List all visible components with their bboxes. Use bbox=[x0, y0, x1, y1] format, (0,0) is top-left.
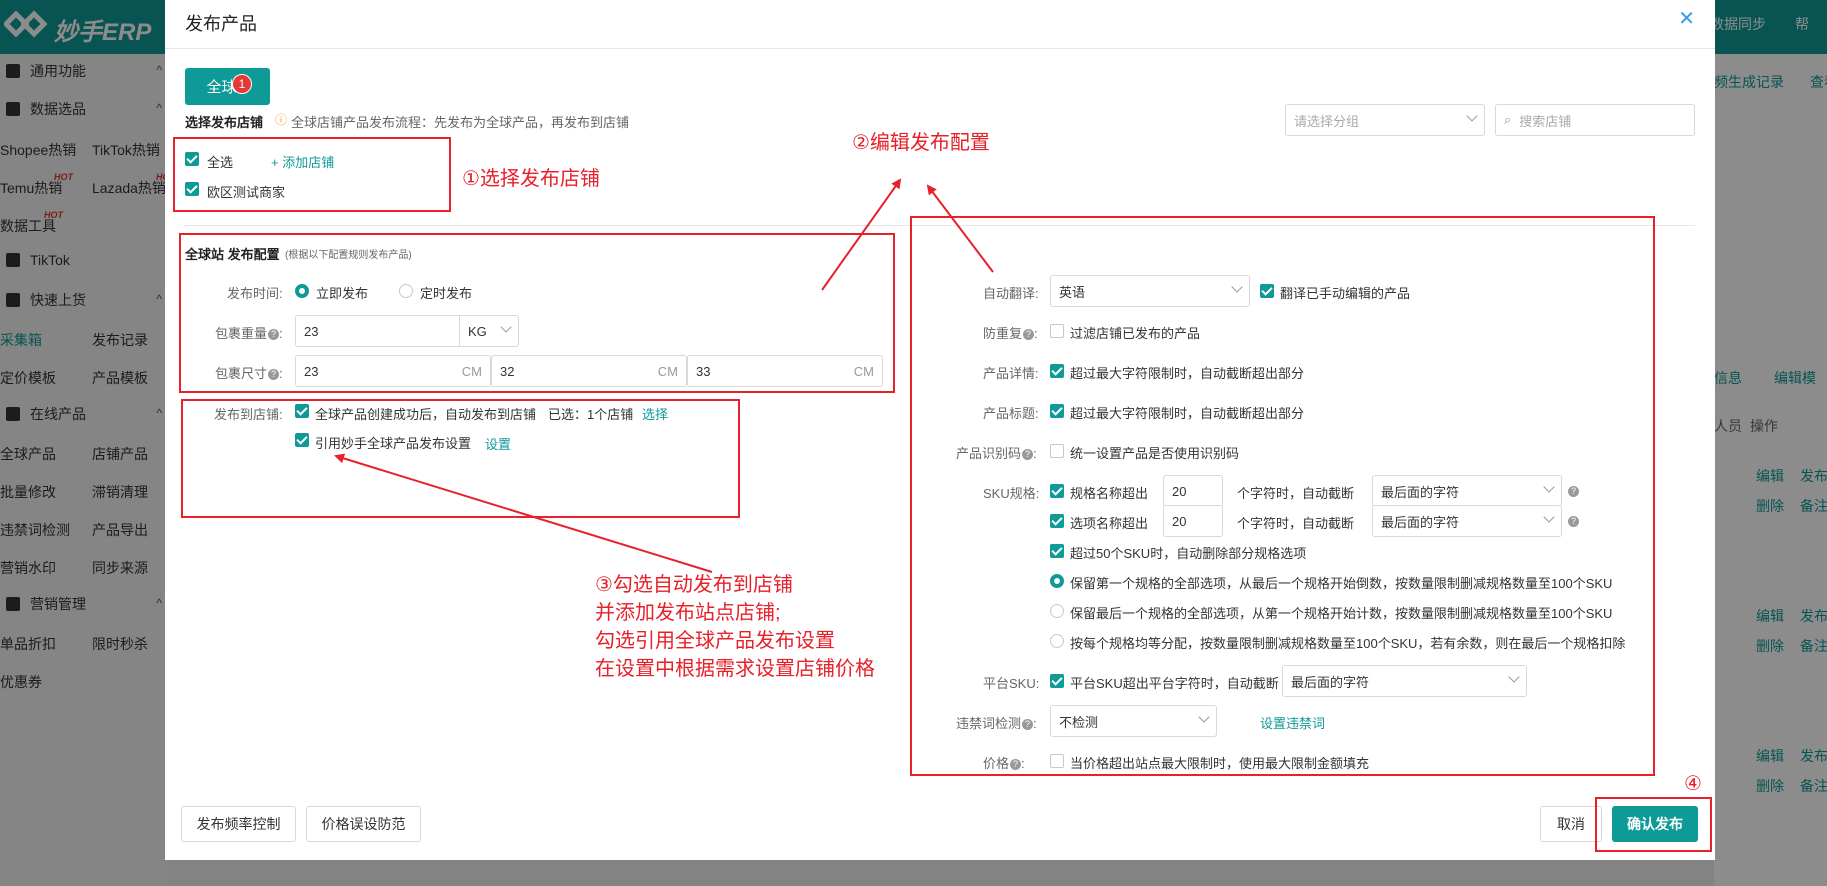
annotation-arrows bbox=[334, 178, 994, 573]
arrow-to-right-config bbox=[926, 184, 994, 273]
arrow-to-config bbox=[821, 178, 902, 291]
arrow-to-use-settings bbox=[334, 453, 713, 573]
